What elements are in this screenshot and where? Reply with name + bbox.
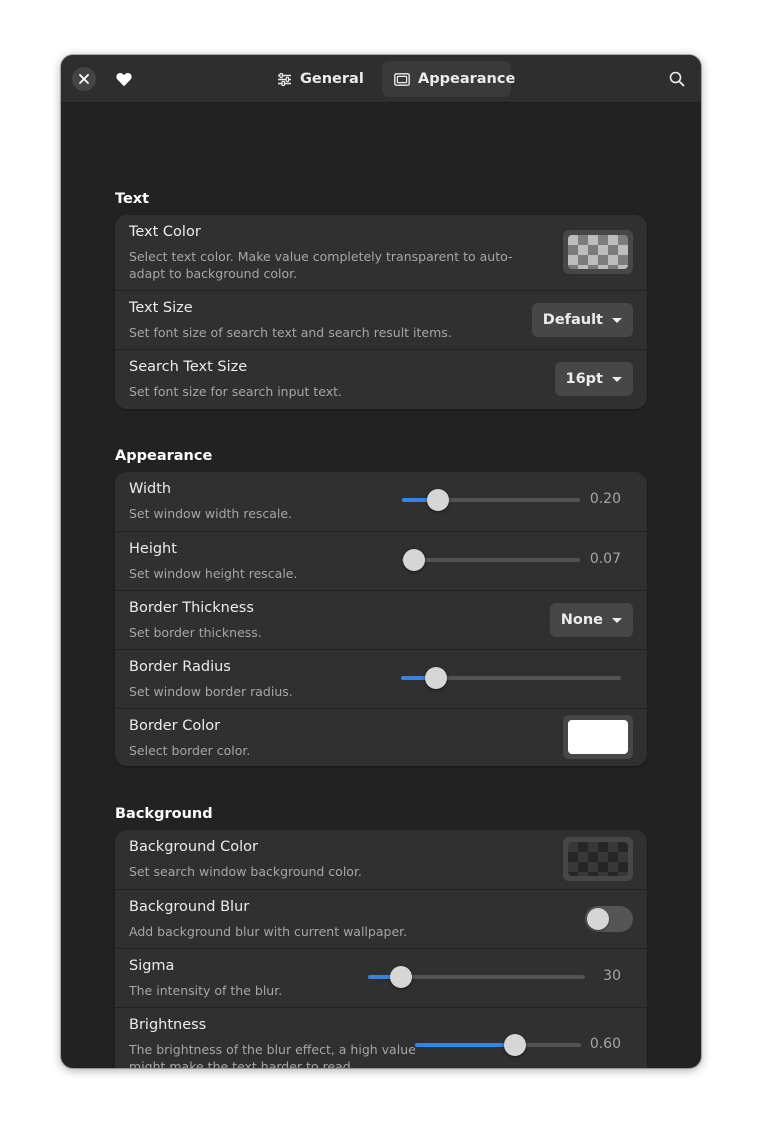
width-value: 0.20	[589, 491, 621, 507]
close-button[interactable]	[72, 67, 96, 91]
white-swatch	[568, 720, 628, 754]
row-subtitle: Set font size for search input text.	[129, 384, 342, 399]
switch-knob	[587, 908, 609, 930]
row-subtitle: Select text color. Make value completely…	[129, 249, 513, 281]
row-text-color: Text Color Select text color. Make value…	[115, 215, 647, 290]
slider-track	[402, 558, 580, 562]
brightness-slider[interactable]	[415, 1033, 581, 1057]
row-border-color: Border Color Select border color.	[115, 708, 647, 766]
slider-handle[interactable]	[389, 966, 412, 988]
sigma-slider[interactable]	[368, 965, 585, 989]
sliders-icon	[278, 72, 291, 86]
chevron-down-icon	[612, 376, 622, 382]
row-sigma: Sigma The intensity of the blur. 30	[115, 948, 647, 1007]
row-border-thickness: Border Thickness Set border thickness. N…	[115, 590, 647, 649]
background-blur-switch[interactable]	[585, 906, 633, 932]
search-icon	[669, 71, 685, 87]
dropdown-value: 16pt	[565, 371, 604, 387]
row-subtitle: The brightness of the blur effect, a hig…	[129, 1042, 416, 1068]
chevron-down-icon	[612, 617, 622, 623]
section-title-appearance: Appearance	[115, 448, 213, 464]
row-title: Background Color	[129, 839, 258, 855]
dropdown-value: None	[560, 612, 603, 628]
section-title-background: Background	[115, 806, 213, 822]
tab-appearance[interactable]: Appearance	[382, 61, 515, 97]
row-title: Border Radius	[129, 659, 231, 675]
row-title: Brightness	[129, 1017, 207, 1033]
text-color-button[interactable]	[563, 230, 633, 274]
row-subtitle: Select border color.	[129, 743, 251, 758]
row-search-text-size: Search Text Size Set font size for searc…	[115, 349, 647, 409]
row-text-size: Text Size Set font size of search text a…	[115, 290, 647, 349]
text-size-dropdown[interactable]: Default	[531, 303, 633, 337]
width-slider[interactable]	[402, 488, 580, 512]
row-height: Height Set window height rescale. 0.07	[115, 531, 647, 590]
row-subtitle: Set font size of search text and search …	[129, 325, 452, 340]
background-settings-card: Background Color Set search window backg…	[115, 830, 647, 1068]
row-title: Sigma	[129, 958, 175, 974]
favorite-button[interactable]	[111, 66, 137, 92]
dropdown-value: Default	[542, 312, 603, 328]
chevron-down-icon	[612, 317, 622, 323]
row-background-blur: Background Blur Add background blur with…	[115, 889, 647, 948]
tab-general[interactable]: General	[265, 61, 369, 97]
height-value: 0.07	[589, 551, 621, 567]
row-border-radius: Border Radius Set window border radius.	[115, 649, 647, 708]
border-color-button[interactable]	[563, 715, 633, 759]
sigma-value: 30	[603, 968, 621, 984]
border-radius-slider[interactable]	[401, 666, 621, 690]
row-title: Text Size	[129, 300, 193, 316]
slider-handle[interactable]	[426, 489, 449, 511]
tab-general-label: General	[300, 71, 364, 87]
row-width: Width Set window width rescale. 0.20	[115, 472, 647, 531]
row-subtitle: Add background blur with current wallpap…	[129, 924, 408, 939]
row-background-color: Background Color Set search window backg…	[115, 830, 647, 889]
slider-handle[interactable]	[403, 549, 426, 571]
slider-handle[interactable]	[425, 667, 448, 689]
row-title: Background Blur	[129, 899, 250, 915]
heart-icon	[116, 72, 132, 86]
window-icon	[394, 72, 410, 86]
row-title: Height	[129, 541, 177, 557]
background-color-button[interactable]	[563, 837, 633, 881]
row-title: Border Color	[129, 718, 221, 734]
close-icon	[79, 74, 89, 84]
row-subtitle: Set border thickness.	[129, 625, 262, 640]
headerbar: General Appearance	[61, 55, 701, 103]
row-subtitle: Set search window background color.	[129, 864, 362, 879]
slider-fill	[415, 1043, 515, 1047]
search-button[interactable]	[666, 68, 688, 90]
row-title: Border Thickness	[129, 600, 254, 616]
preferences-window: General Appearance Text Text Color Selec…	[61, 55, 701, 1068]
transparent-swatch	[568, 235, 628, 269]
transparent-dark-swatch	[568, 842, 628, 876]
height-slider[interactable]	[402, 548, 580, 572]
row-brightness: Brightness The brightness of the blur ef…	[115, 1007, 647, 1068]
section-title-text: Text	[115, 191, 150, 207]
search-text-size-dropdown[interactable]: 16pt	[554, 362, 633, 396]
border-thickness-dropdown[interactable]: None	[549, 603, 633, 637]
row-title: Search Text Size	[129, 359, 248, 375]
brightness-value: 0.60	[589, 1036, 621, 1052]
row-title: Width	[129, 481, 172, 497]
row-title: Text Color	[129, 224, 201, 240]
text-settings-card: Text Color Select text color. Make value…	[115, 215, 647, 409]
appearance-settings-card: Width Set window width rescale. 0.20 Hei…	[115, 472, 647, 766]
tab-appearance-label: Appearance	[418, 71, 516, 87]
slider-handle[interactable]	[503, 1034, 526, 1056]
